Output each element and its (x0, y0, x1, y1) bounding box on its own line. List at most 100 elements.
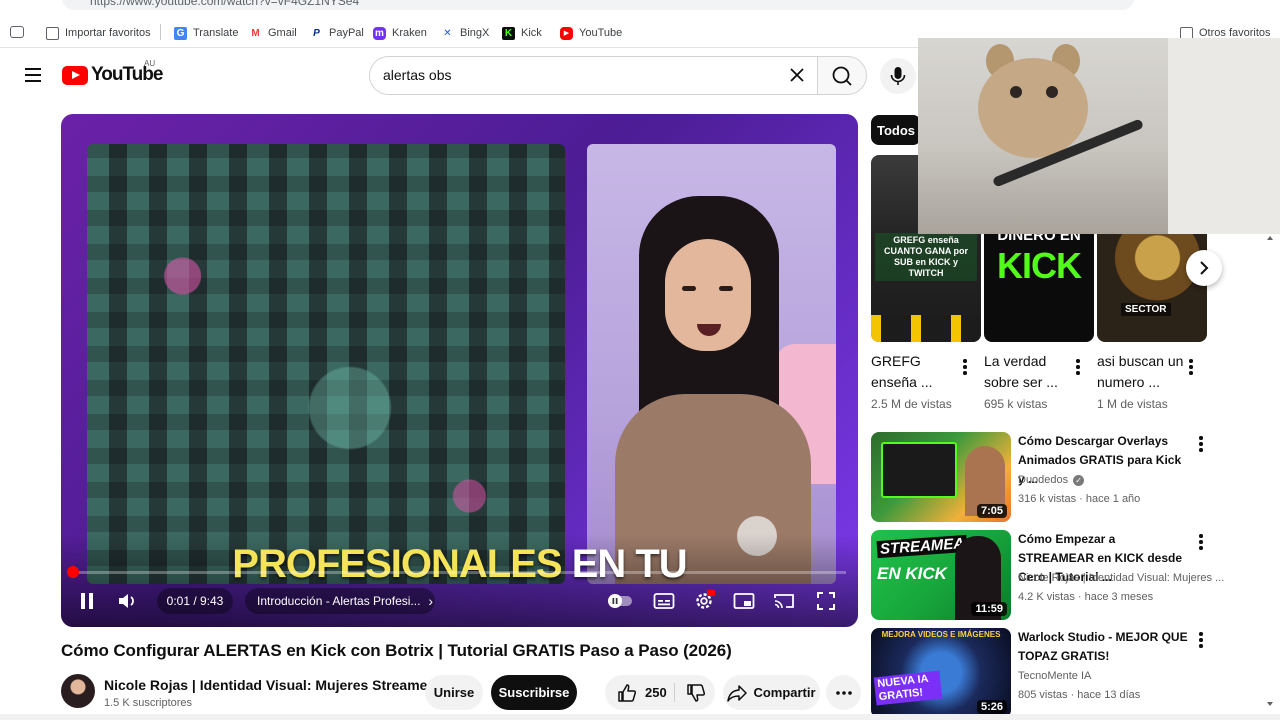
like-count: 250 (645, 685, 667, 700)
recommended-thumbnail: STREAMEA EN KICK 11:59 (871, 530, 1011, 620)
chapter-title: Introducción - Alertas Profesi... (257, 594, 421, 608)
guide-menu-icon[interactable] (20, 64, 46, 88)
more-vert-icon[interactable] (1074, 359, 1082, 377)
bookmark-label: Gmail (268, 27, 297, 39)
miniplayer-button[interactable] (731, 588, 757, 614)
more-vert-icon[interactable] (1197, 436, 1205, 454)
more-vert-icon[interactable] (1197, 534, 1205, 552)
video-caption: PROFESIONALES EN TU (61, 542, 858, 587)
country-code: AU (144, 59, 156, 68)
browser-top-strip: https://www.youtube.com/watch?v=vF4GZ1NY… (0, 0, 1280, 14)
search-input[interactable]: alertas obs (369, 56, 817, 95)
fullscreen-icon (817, 592, 835, 610)
bookmark-paypal[interactable]: P PayPal (310, 24, 364, 42)
search-button[interactable] (817, 56, 867, 95)
autoplay-toggle[interactable] (607, 588, 633, 614)
thumb-text: NUEVA IA GRATIS! (873, 670, 943, 706)
translate-icon: G (174, 26, 187, 40)
share-button[interactable]: Compartir (723, 675, 820, 710)
more-vert-icon[interactable] (961, 359, 969, 377)
short-title: La verdad sobre ser ... (984, 353, 1058, 390)
like-divider (674, 683, 675, 702)
more-horizontal-icon (835, 690, 852, 695)
cast-button[interactable] (771, 588, 797, 614)
clear-search-icon[interactable] (788, 66, 806, 84)
channel-name: TecnoMente IA (1018, 670, 1092, 682)
pause-button[interactable] (73, 588, 101, 614)
pause-icon (81, 593, 93, 609)
youtube-icon: ▶ (560, 26, 573, 40)
recommended-channel: Duodedos ✓ (1018, 474, 1085, 486)
subscriber-count: 1.5 K suscriptores (104, 697, 193, 709)
short-views: 1 M de vistas (1097, 397, 1168, 411)
chapter-button[interactable]: Introducción - Alertas Profesi... › (245, 588, 435, 614)
recommended-meta: 4.2 K vistas · hace 3 meses (1018, 591, 1154, 603)
video-left-panel-broll (87, 144, 565, 584)
short-views: 2.5 M de vistas (871, 397, 952, 411)
bookmark-kraken[interactable]: m Kraken (373, 24, 427, 42)
short-thumb-text: SECTOR (1121, 303, 1171, 316)
like-button[interactable]: 250 (605, 675, 673, 710)
gmail-icon: M (251, 27, 260, 39)
recommended-video[interactable]: MEJORA VIDEOS E IMÁGENES NUEVA IA GRATIS… (871, 628, 1211, 718)
short-thumb-text: GREFG enseña CUANTO GANA por SUB en KICK… (875, 233, 977, 281)
shorts-next-button[interactable] (1186, 250, 1222, 286)
webcam-overlay (918, 38, 1280, 234)
caption-yellow-text: PROFESIONALES (232, 542, 562, 586)
bookmarks-separator (160, 24, 161, 40)
import-bookmarks-icon (46, 26, 59, 40)
bookmark-label: Kraken (392, 27, 427, 39)
more-vert-icon[interactable] (1197, 632, 1205, 650)
avatar[interactable] (61, 674, 95, 708)
bookmark-kick[interactable]: K Kick (502, 24, 542, 42)
recommended-video[interactable]: 7:05 Cómo Descargar Overlays Animados GR… (871, 432, 1211, 522)
subscribe-button[interactable]: Suscribirse (491, 675, 577, 710)
recommended-video[interactable]: STREAMEA EN KICK 11:59 Cómo Empezar a ST… (871, 530, 1224, 620)
dislike-button[interactable] (677, 675, 715, 710)
subtitles-button[interactable] (651, 588, 677, 614)
thumb-screen (881, 442, 957, 498)
recommended-thumbnail: MEJORA VIDEOS E IMÁGENES NUEVA IA GRATIS… (871, 628, 1011, 718)
bookmark-gmail[interactable]: M Gmail (249, 24, 297, 42)
cast-icon (774, 594, 794, 609)
thumb-text: EN KICK (877, 564, 947, 583)
chevron-right-icon: › (428, 593, 434, 609)
volume-button[interactable] (113, 588, 143, 614)
short-title: GREFG enseña ... (871, 353, 933, 390)
video-duration: 11:59 (971, 602, 1007, 616)
settings-button[interactable] (691, 588, 717, 614)
progress-scrubber[interactable] (67, 566, 79, 578)
voice-search-button[interactable] (880, 58, 916, 94)
caption-white-text: EN TU (571, 542, 688, 586)
presenter-eye (719, 286, 733, 291)
search-icon (832, 66, 852, 86)
channel-name: Duodedos (1018, 474, 1069, 486)
more-actions-button[interactable] (826, 675, 861, 710)
fullscreen-button[interactable] (813, 588, 839, 614)
youtube-logo[interactable]: YouTube AU (62, 59, 163, 86)
youtube-logo-play-icon (62, 65, 88, 85)
channel-name[interactable]: Nicole Rojas | Identidad Visual: Mujeres… (104, 677, 441, 693)
chip-all[interactable]: Todos (871, 115, 921, 145)
progress-bar[interactable] (73, 571, 846, 574)
bookmark-bingx[interactable]: ✕ BingX (441, 24, 489, 42)
bookmark-youtube[interactable]: ▶ YouTube (560, 24, 622, 42)
video-presenter-panel (587, 144, 836, 584)
tab-search-icon[interactable] (10, 26, 24, 38)
subtitles-icon (653, 593, 675, 609)
like-dislike-group: 250 (605, 675, 715, 710)
kick-icon: K (502, 26, 515, 40)
join-button[interactable]: Unirse (425, 675, 483, 710)
page-scrollbar[interactable] (1266, 236, 1274, 706)
bingx-icon: ✕ (443, 27, 452, 39)
short-views: 695 k vistas (984, 397, 1048, 411)
bookmark-translate[interactable]: G Translate (174, 24, 238, 42)
short-title: asi buscan un numero ... (1097, 353, 1184, 390)
video-player[interactable]: PROFESIONALES EN TU 0:01 / 9:43 Introduc… (61, 114, 858, 627)
more-vert-icon[interactable] (1187, 359, 1195, 377)
plush-toy (978, 58, 1088, 158)
video-duration: 7:05 (976, 504, 1007, 518)
bookmark-label: Kick (521, 27, 542, 39)
address-bar[interactable]: https://www.youtube.com/watch?v=vF4GZ1NY… (62, 0, 1134, 10)
bookmark-import[interactable]: Importar favoritos (46, 24, 151, 42)
